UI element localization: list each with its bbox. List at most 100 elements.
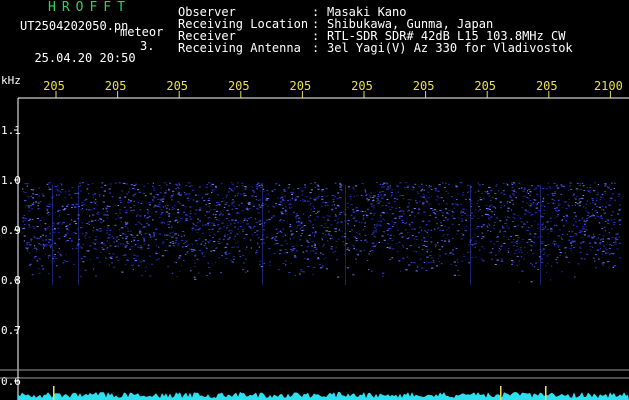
signal-speck (234, 226, 236, 228)
signal-speck (177, 191, 180, 193)
signal-speck (500, 258, 503, 260)
signal-speck (26, 242, 28, 244)
signal-speck (219, 213, 221, 215)
signal-speck (46, 183, 48, 185)
signal-speck (594, 260, 596, 262)
signal-speck (64, 197, 66, 199)
signal-speck (438, 184, 441, 186)
signal-speck (120, 221, 122, 223)
signal-speck (376, 182, 378, 184)
signal-speck (227, 191, 230, 193)
signal-speck (591, 198, 594, 200)
signal-speck (393, 197, 396, 199)
signal-speck (439, 210, 442, 212)
signal-speck (426, 251, 428, 253)
signal-speck (215, 210, 219, 212)
signal-speck (36, 226, 39, 228)
signal-speck (381, 205, 384, 207)
signal-speck (218, 219, 220, 221)
signal-speck (208, 198, 210, 199)
signal-speck (513, 252, 516, 254)
signal-speck (464, 230, 467, 232)
signal-speck (284, 249, 287, 251)
signal-speck (418, 246, 420, 248)
signal-speck (158, 258, 160, 260)
signal-speck (321, 196, 323, 197)
signal-speck (316, 184, 319, 186)
meteor-streak (262, 185, 263, 285)
signal-speck (385, 182, 387, 184)
signal-speck (314, 219, 316, 221)
signal-speck (245, 207, 249, 209)
signal-speck (133, 258, 136, 260)
signal-speck (27, 241, 31, 243)
signal-speck (23, 219, 25, 221)
signal-speck (383, 231, 385, 233)
signal-speck (100, 186, 103, 188)
signal-speck (448, 241, 450, 243)
signal-speck (229, 229, 232, 231)
signal-speck (610, 189, 612, 190)
signal-speck (616, 238, 619, 240)
signal-speck (233, 258, 235, 260)
signal-speck (57, 222, 60, 224)
signal-speck (47, 189, 49, 190)
signal-speck (202, 255, 206, 257)
signal-speck (512, 203, 514, 205)
signal-speck (302, 200, 305, 202)
signal-speck (589, 242, 592, 244)
signal-speck (147, 247, 150, 249)
signal-speck (231, 219, 234, 221)
signal-speck (232, 201, 235, 203)
signal-speck (152, 185, 154, 187)
signal-speck (106, 205, 109, 207)
signal-speck (343, 253, 345, 255)
signal-speck (518, 281, 520, 283)
signal-speck (314, 252, 317, 254)
signal-speck (591, 209, 593, 211)
signal-speck (79, 246, 82, 248)
signal-speck (571, 205, 574, 206)
signal-speck (241, 254, 243, 256)
signal-speck (92, 183, 94, 184)
signal-speck (322, 216, 325, 218)
signal-speck (399, 182, 402, 184)
signal-speck (136, 214, 139, 216)
signal-speck (601, 228, 604, 230)
plot-frame (17, 97, 629, 400)
signal-speck (200, 243, 203, 245)
signal-speck (491, 258, 493, 260)
signal-speck (476, 227, 478, 229)
signal-speck (97, 219, 99, 221)
signal-speck (96, 229, 99, 231)
signal-speck (460, 212, 462, 214)
signal-speck (431, 267, 434, 269)
signal-speck (208, 216, 211, 218)
signal-speck (45, 244, 48, 246)
signal-speck (435, 246, 436, 248)
signal-speck (185, 253, 187, 255)
signal-speck (337, 192, 340, 194)
signal-speck (291, 233, 294, 235)
signal-speck (275, 228, 278, 230)
signal-speck (619, 224, 621, 226)
signal-speck (148, 234, 151, 236)
signal-speck (227, 238, 230, 240)
signal-speck (512, 221, 514, 222)
signal-speck (592, 215, 595, 217)
signal-speck (44, 253, 46, 255)
signal-speck (300, 221, 303, 223)
signal-speck (230, 189, 233, 191)
signal-speck (467, 184, 470, 186)
signal-speck (194, 278, 197, 280)
signal-speck (526, 230, 530, 232)
signal-speck (132, 269, 134, 270)
signal-speck (290, 199, 292, 201)
signal-speck (547, 228, 550, 230)
signal-speck (289, 226, 292, 228)
signal-speck (183, 243, 185, 245)
signal-speck (569, 236, 572, 237)
signal-speck (291, 192, 294, 194)
signal-speck (137, 201, 139, 203)
signal-speck (201, 197, 204, 199)
